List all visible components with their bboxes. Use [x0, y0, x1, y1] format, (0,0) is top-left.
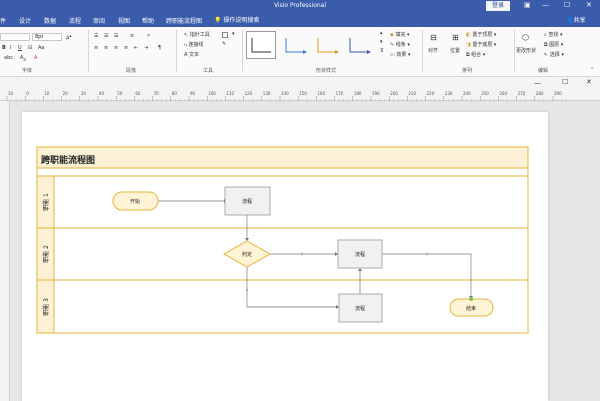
- phase-band[interactable]: [36, 167, 529, 177]
- swimlane-1-label: 职能 1: [42, 193, 50, 211]
- start-label: 开始: [130, 198, 140, 205]
- swimlane-3-label: 职能 3: [42, 298, 50, 316]
- connector-midpoint[interactable]: [300, 252, 304, 256]
- process-1-label: 流程: [242, 198, 252, 205]
- swimlane-1[interactable]: [36, 175, 529, 229]
- connector-midpoint[interactable]: [425, 252, 429, 256]
- end-label: 结束: [466, 305, 476, 312]
- connection-point[interactable]: [469, 297, 473, 301]
- swimlane-2-label: 职能 2: [42, 245, 50, 263]
- diagram-title-band[interactable]: [36, 146, 529, 169]
- process-3-label: 流程: [355, 305, 365, 312]
- decision-label: 判定: [242, 251, 252, 258]
- diagram-title: 跨职能流程图: [41, 154, 95, 166]
- connector-midpoint[interactable]: [245, 288, 249, 292]
- cross-functional-flowchart: 跨职能流程图 职能 1 职能 2 职能 3 开始 流程 判定 流程 流程 结束: [36, 146, 529, 334]
- process-2-label: 流程: [355, 251, 365, 258]
